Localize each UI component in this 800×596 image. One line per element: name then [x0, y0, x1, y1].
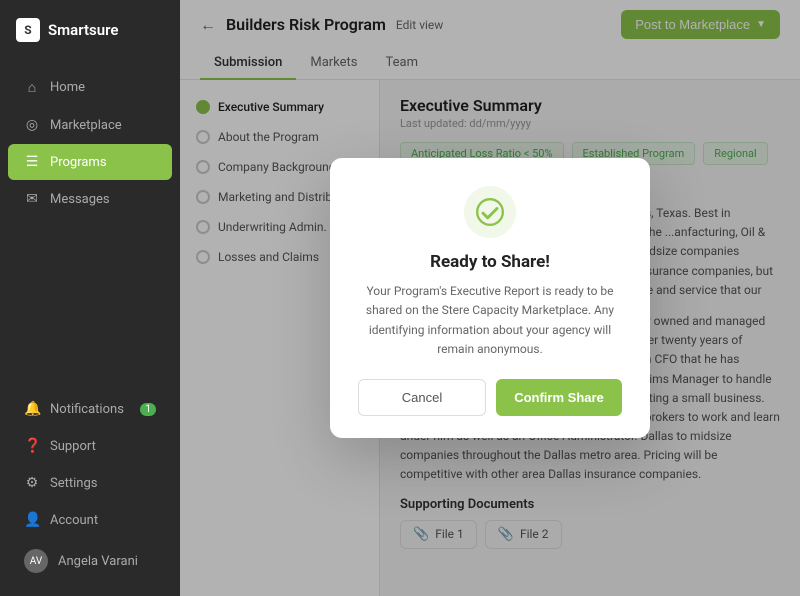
logo-icon: S — [16, 18, 40, 42]
logo: S Smartsure — [0, 0, 180, 60]
sidebar-item-home-label: Home — [50, 80, 85, 95]
sidebar-item-messages-label: Messages — [50, 192, 110, 207]
account-icon: 👤 — [24, 512, 40, 528]
sidebar-item-support[interactable]: ❓ Support — [8, 428, 172, 464]
sidebar-item-support-label: Support — [50, 439, 96, 454]
support-icon: ❓ — [24, 438, 40, 454]
sidebar-item-messages[interactable]: ✉ Messages — [8, 181, 172, 217]
modal-title: Ready to Share! — [358, 252, 622, 272]
home-icon: ⌂ — [24, 79, 40, 96]
programs-icon: ☰ — [24, 154, 40, 170]
notifications-icon: 🔔 — [24, 401, 40, 417]
sidebar-item-settings-label: Settings — [50, 476, 97, 491]
sidebar-item-marketplace[interactable]: ◎ Marketplace — [8, 107, 172, 143]
cancel-button[interactable]: Cancel — [358, 379, 486, 416]
messages-icon: ✉ — [24, 191, 40, 207]
sidebar-nav: ⌂ Home ◎ Marketplace ☰ Programs ✉ Messag… — [0, 60, 180, 382]
sidebar-item-notifications[interactable]: 🔔 Notifications 1 — [8, 391, 172, 427]
sidebar-item-programs[interactable]: ☰ Programs — [8, 144, 172, 180]
sidebar: S Smartsure ⌂ Home ◎ Marketplace ☰ Progr… — [0, 0, 180, 596]
app-name: Smartsure — [48, 21, 118, 39]
main-content: ← Builders Risk Program Edit view Post t… — [180, 0, 800, 596]
avatar: AV — [24, 549, 48, 573]
sidebar-item-programs-label: Programs — [50, 155, 107, 170]
user-name: Angela Varani — [58, 554, 138, 569]
confirm-share-button[interactable]: Confirm Share — [496, 379, 622, 416]
sidebar-item-account[interactable]: 👤 Account — [8, 502, 172, 538]
user-profile[interactable]: AV Angela Varani — [8, 539, 172, 583]
sidebar-item-marketplace-label: Marketplace — [50, 118, 122, 133]
sidebar-bottom: 🔔 Notifications 1 ❓ Support ⚙ Settings 👤… — [0, 382, 180, 596]
sidebar-item-home[interactable]: ⌂ Home — [8, 69, 172, 106]
modal-description: Your Program's Executive Report is ready… — [358, 282, 622, 359]
modal-overlay: Ready to Share! Your Program's Executive… — [180, 0, 800, 596]
sidebar-item-notifications-label: Notifications — [50, 402, 124, 417]
marketplace-icon: ◎ — [24, 117, 40, 133]
notifications-badge: 1 — [140, 403, 156, 416]
sidebar-item-settings[interactable]: ⚙ Settings — [8, 465, 172, 501]
modal-dialog: Ready to Share! Your Program's Executive… — [330, 158, 650, 438]
modal-success-icon — [464, 186, 516, 238]
settings-icon: ⚙ — [24, 475, 40, 491]
sidebar-item-account-label: Account — [50, 513, 98, 528]
modal-buttons: Cancel Confirm Share — [358, 379, 622, 416]
